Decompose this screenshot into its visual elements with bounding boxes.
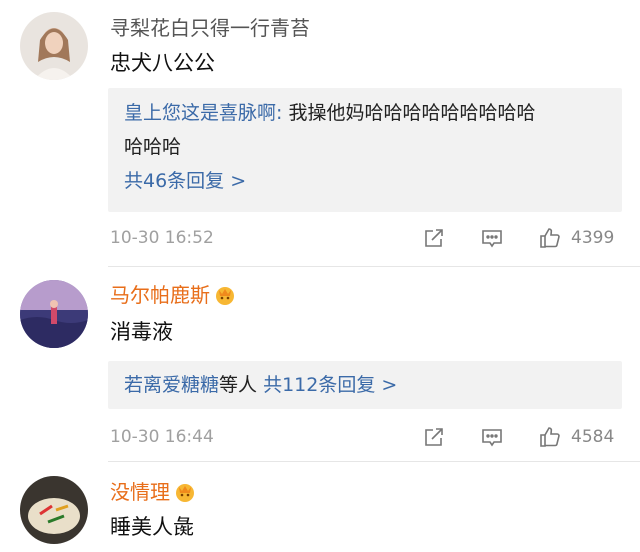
comment-icon[interactable]	[480, 425, 504, 449]
reply-summary-text: 等人	[219, 374, 258, 396]
comment-text: 消毒液	[110, 320, 173, 344]
reply-username[interactable]: 皇上您这是喜脉啊:	[124, 102, 282, 124]
reply-preview: 皇上您这是喜脉啊: 我操他妈哈哈哈哈哈哈哈哈哈	[108, 88, 622, 130]
avatar[interactable]	[20, 280, 88, 348]
comment-meta: 10-30 16:44 4584	[0, 423, 640, 451]
vip-badge-icon	[174, 481, 196, 503]
username-text[interactable]: 马尔帕鹿斯	[110, 283, 210, 307]
reply-text: 我操他妈哈哈哈哈哈哈哈哈哈	[288, 102, 536, 124]
reply-preview-box[interactable]: 若离爱糖糖等人 共112条回复 >	[108, 361, 622, 409]
username[interactable]: 寻梨花白只得一行青苔	[110, 16, 310, 40]
reply-preview-box[interactable]: 皇上您这是喜脉啊: 我操他妈哈哈哈哈哈哈哈哈哈 哈哈哈 共46条回复 >	[108, 88, 622, 212]
like-icon[interactable]	[538, 425, 562, 449]
view-replies-link[interactable]: 共46条回复 >	[108, 164, 622, 198]
timestamp: 10-30 16:52	[110, 228, 214, 248]
comment-item: 没情理 睡美人彘	[0, 462, 640, 552]
view-replies-link[interactable]: 共112条回复 >	[263, 374, 397, 396]
reply-username[interactable]: 若离爱糖糖	[124, 374, 219, 396]
comment-meta: 10-30 16:52 4399	[0, 224, 640, 252]
username-text[interactable]: 没情理	[110, 480, 170, 504]
vip-badge-icon	[214, 284, 236, 306]
reply-text-continued: 哈哈哈	[124, 136, 182, 158]
comment-text: 睡美人彘	[110, 515, 194, 539]
avatar[interactable]	[20, 476, 88, 544]
share-icon[interactable]	[422, 425, 446, 449]
comment-text: 忠犬八公公	[110, 51, 215, 75]
share-icon[interactable]	[422, 226, 446, 250]
avatar[interactable]	[20, 12, 88, 80]
timestamp: 10-30 16:44	[110, 427, 214, 447]
reply-summary: 若离爱糖糖等人 共112条回复 >	[108, 361, 622, 409]
comment-item: 马尔帕鹿斯 消毒液 若离爱糖糖等人 共112条回复 > 10-30 16:44	[0, 267, 640, 467]
like-count: 4399	[571, 228, 615, 248]
comment-icon[interactable]	[480, 226, 504, 250]
like-count: 4584	[571, 427, 615, 447]
comment-item: 寻梨花白只得一行青苔 忠犬八公公 皇上您这是喜脉啊: 我操他妈哈哈哈哈哈哈哈哈哈…	[0, 0, 640, 265]
username[interactable]: 没情理	[110, 480, 196, 504]
username[interactable]: 马尔帕鹿斯	[110, 283, 236, 307]
like-icon[interactable]	[538, 226, 562, 250]
